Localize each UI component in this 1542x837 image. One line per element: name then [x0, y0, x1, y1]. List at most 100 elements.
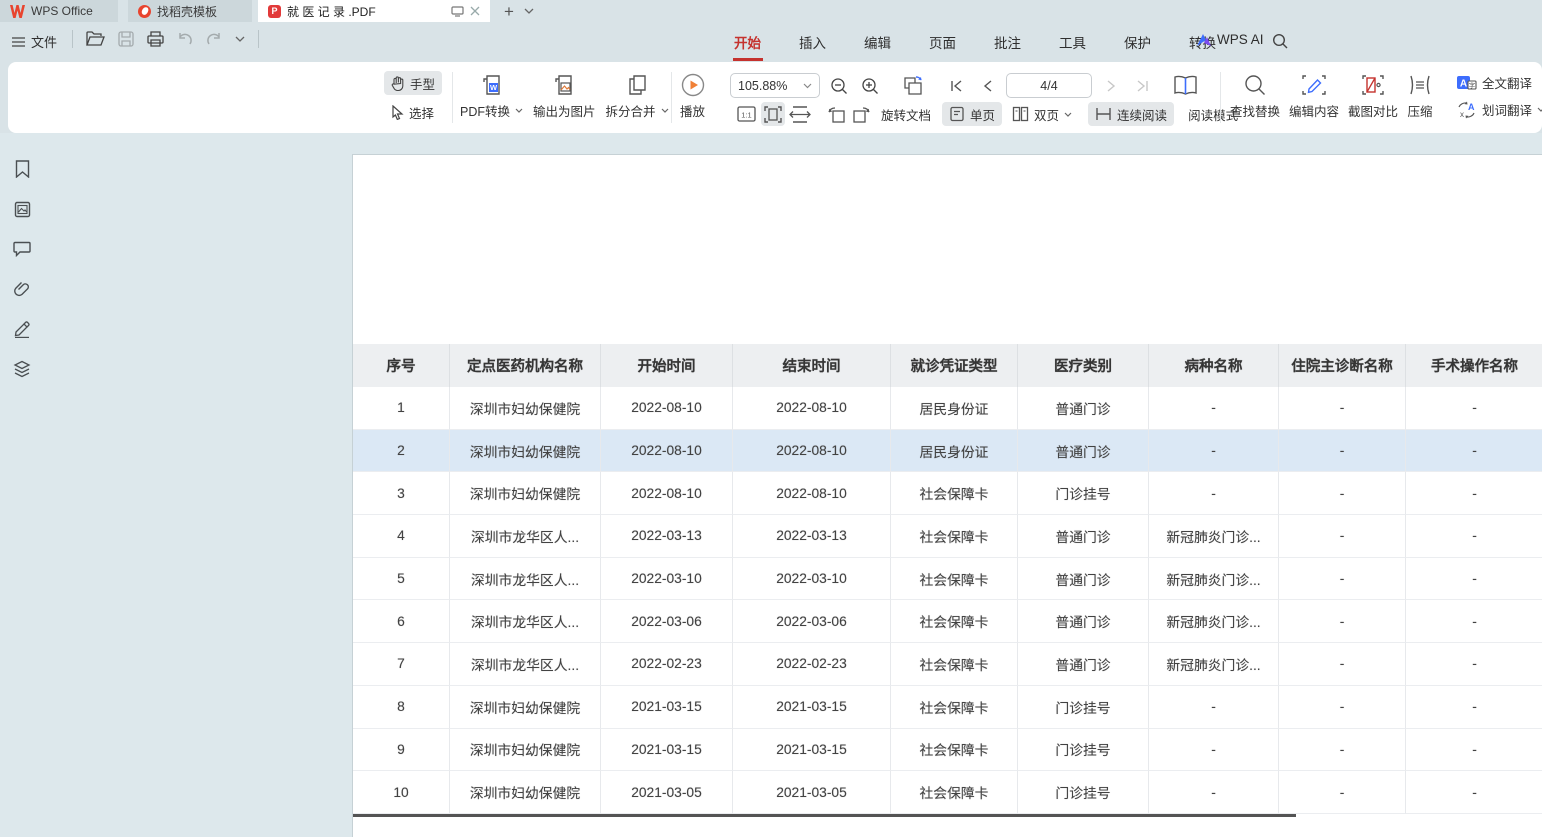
first-page-button[interactable] — [944, 74, 968, 98]
table-cell: 新冠肺炎门诊... — [1149, 643, 1279, 686]
tab-page[interactable]: 页面 — [927, 32, 958, 52]
export-image-button[interactable]: 输出为图片 — [533, 72, 596, 120]
table-cell: - — [1149, 387, 1279, 430]
table-cell: 1 — [353, 387, 450, 430]
table-cell: 居民身份证 — [891, 430, 1018, 473]
select-tool-button[interactable]: 选择 — [384, 100, 442, 124]
edit-content-button[interactable]: 编辑内容 — [1289, 72, 1339, 120]
quick-access-chevron-icon[interactable] — [235, 36, 245, 42]
table-row[interactable]: 6深圳市龙华区人...2022-03-062022-03-06社会保障卡普通门诊… — [353, 600, 1542, 643]
table-cell: 深圳市龙华区人... — [450, 643, 601, 686]
table-body: 1深圳市妇幼保健院2022-08-102022-08-10居民身份证普通门诊--… — [353, 387, 1542, 814]
table-cell: - — [1279, 558, 1406, 601]
save-icon[interactable] — [118, 31, 134, 47]
table-cell: - — [1279, 387, 1406, 430]
rotate-right-button[interactable] — [850, 102, 874, 126]
tab-list-chevron-icon[interactable] — [524, 8, 534, 14]
tab-home[interactable]: 开始 — [732, 32, 763, 52]
single-page-button[interactable]: 单页 — [942, 102, 1002, 126]
double-page-label: 双页 — [1034, 105, 1059, 124]
double-page-button[interactable]: 双页 — [1005, 102, 1079, 126]
zoom-in-button[interactable] — [858, 74, 882, 98]
pdf-convert-label: PDF转换 — [460, 101, 510, 120]
print-icon[interactable] — [147, 31, 164, 47]
edit-content-icon — [1301, 74, 1327, 96]
table-cell: 2021-03-15 — [733, 686, 891, 729]
table-row[interactable]: 8深圳市妇幼保健院2021-03-152021-03-15社会保障卡门诊挂号--… — [353, 686, 1542, 729]
rotate-doc-label[interactable]: 旋转文档 — [881, 105, 931, 124]
table-cell: 7 — [353, 643, 450, 686]
prev-page-button[interactable] — [975, 74, 999, 98]
play-button[interactable]: 播放 — [680, 72, 705, 120]
table-cell: 门诊挂号 — [1018, 729, 1149, 772]
close-tab-icon[interactable] — [470, 6, 480, 16]
continuous-read-button[interactable]: 连续阅读 — [1088, 102, 1174, 126]
open-file-icon[interactable] — [86, 31, 105, 47]
rotate-pages-button[interactable] — [901, 74, 925, 98]
find-replace-icon — [1244, 74, 1266, 96]
table-row[interactable]: 9深圳市妇幼保健院2021-03-152021-03-15社会保障卡门诊挂号--… — [353, 729, 1542, 772]
compress-label: 压缩 — [1408, 101, 1433, 120]
tab-wps-home[interactable]: WPS Office — [0, 0, 118, 22]
tab-docer-templates[interactable]: 找稻壳模板 — [128, 0, 252, 22]
tab-edit[interactable]: 编辑 — [862, 32, 893, 52]
table-row[interactable]: 2深圳市妇幼保健院2022-08-102022-08-10居民身份证普通门诊--… — [353, 430, 1542, 473]
tab-document[interactable]: P 就 医 记 录 .PDF — [258, 0, 490, 22]
pdf-convert-button[interactable]: W PDF转换 — [460, 72, 523, 120]
full-translate-button[interactable]: A字 全文翻译 — [1456, 73, 1542, 92]
tab-insert[interactable]: 插入 — [797, 32, 828, 52]
table-row[interactable]: 7深圳市龙华区人...2022-02-232022-02-23社会保障卡普通门诊… — [353, 643, 1542, 686]
fit-width-button[interactable] — [788, 102, 812, 126]
table-row[interactable]: 1深圳市妇幼保健院2022-08-102022-08-10居民身份证普通门诊--… — [353, 387, 1542, 430]
last-page-button[interactable] — [1130, 74, 1154, 98]
page-number-input[interactable] — [1006, 73, 1092, 98]
table-cell: 2021-03-15 — [601, 729, 733, 772]
compress-button[interactable]: 压缩 — [1407, 72, 1433, 120]
split-merge-button[interactable]: 拆分合并 — [606, 72, 669, 120]
fit-page-button[interactable] — [761, 102, 785, 126]
table-cell: - — [1279, 729, 1406, 772]
tab-tools[interactable]: 工具 — [1057, 32, 1088, 52]
table-cell: 普通门诊 — [1018, 643, 1149, 686]
file-menu-button[interactable]: 文件 — [12, 32, 57, 51]
search-icon[interactable] — [1272, 33, 1288, 49]
redo-icon[interactable] — [206, 32, 222, 46]
wps-ai-button[interactable]: WPS AI — [1196, 32, 1264, 47]
actual-size-button[interactable]: 1:1 — [734, 102, 758, 126]
double-page-icon — [1012, 106, 1029, 122]
table-cell: - — [1149, 771, 1279, 814]
chevron-down-icon — [803, 83, 812, 89]
thumbnail-icon[interactable] — [13, 200, 31, 218]
layers-icon[interactable] — [13, 360, 31, 378]
rotate-left-button[interactable] — [823, 102, 847, 126]
comment-icon[interactable] — [13, 240, 31, 258]
pdf-page[interactable]: 序号定点医药机构名称开始时间结束时间就诊凭证类型医疗类别病种名称住院主诊断名称手… — [352, 154, 1542, 837]
table-row[interactable]: 5深圳市龙华区人...2022-03-102022-03-10社会保障卡普通门诊… — [353, 558, 1542, 601]
table-cell: 社会保障卡 — [891, 600, 1018, 643]
zoom-level-select[interactable]: 105.88% — [730, 73, 820, 98]
attachment-icon[interactable] — [13, 280, 31, 298]
bookmark-icon[interactable] — [13, 160, 31, 178]
next-page-button[interactable] — [1099, 74, 1123, 98]
undo-icon[interactable] — [177, 32, 193, 46]
table-cell: - — [1279, 472, 1406, 515]
table-row[interactable]: 10深圳市妇幼保健院2021-03-052021-03-05社会保障卡门诊挂号-… — [353, 771, 1542, 814]
find-replace-button[interactable]: 查找替换 — [1230, 72, 1280, 120]
zoom-out-button[interactable] — [827, 74, 851, 98]
table-header-cell: 手术操作名称 — [1406, 344, 1542, 387]
table-cell: 深圳市妇幼保健院 — [450, 729, 601, 772]
table-row[interactable]: 4深圳市龙华区人...2022-03-132022-03-13社会保障卡普通门诊… — [353, 515, 1542, 558]
screenshot-compare-button[interactable]: 截图对比 — [1348, 72, 1398, 120]
tab-comment[interactable]: 批注 — [992, 32, 1023, 52]
menu-bar: 文件 开始 插入 编辑 页面 批注 工具 保护 转换 WPS AI — [0, 22, 1542, 62]
table-row[interactable]: 3深圳市妇幼保健院2022-08-102022-08-10社会保障卡门诊挂号--… — [353, 472, 1542, 515]
play-label: 播放 — [680, 101, 705, 120]
monitor-icon[interactable] — [451, 6, 464, 17]
word-translate-button[interactable]: xA 划词翻译 — [1456, 100, 1542, 119]
signature-icon[interactable] — [13, 320, 31, 338]
table-cell: 2022-03-13 — [601, 515, 733, 558]
hand-tool-button[interactable]: 手型 — [384, 71, 442, 95]
tab-protect[interactable]: 保护 — [1122, 32, 1153, 52]
table-cell: 普通门诊 — [1018, 558, 1149, 601]
new-tab-button[interactable]: + — [504, 3, 514, 20]
